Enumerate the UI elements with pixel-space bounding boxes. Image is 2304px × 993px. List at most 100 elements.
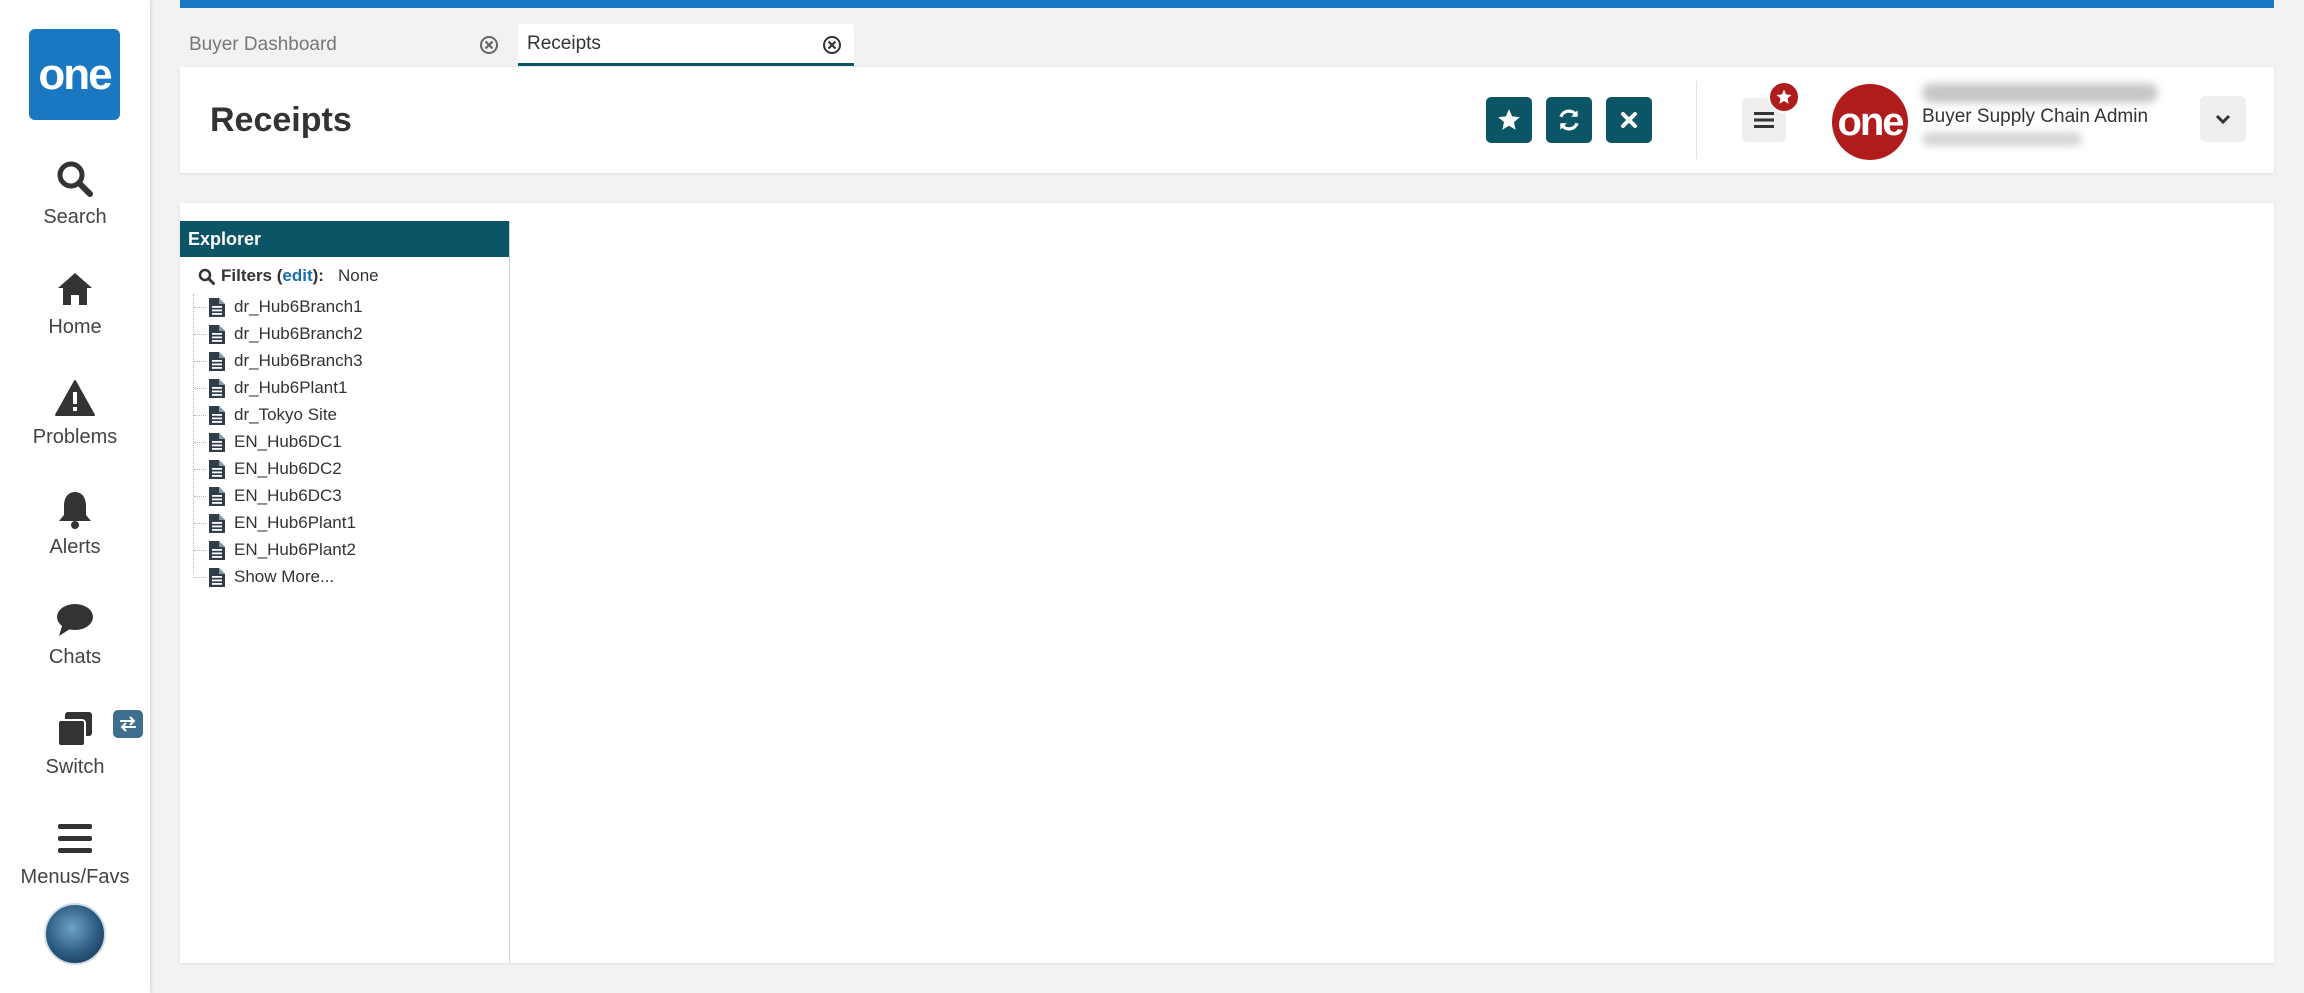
tree-item[interactable]: EN_Hub6DC1: [194, 429, 342, 455]
document-icon: [209, 567, 225, 587]
document-icon: [209, 378, 225, 398]
nav-search[interactable]: Search: [0, 158, 150, 248]
nav-home[interactable]: Home: [0, 268, 150, 358]
home-icon: [58, 273, 92, 305]
page-title: Receipts: [210, 101, 352, 139]
nav-problems[interactable]: Problems: [0, 378, 150, 468]
menu-icon: [58, 824, 92, 853]
refresh-icon: [1559, 109, 1579, 131]
tree-branch: [194, 549, 206, 551]
show-more-link[interactable]: Show More...: [194, 564, 334, 590]
user-name-redacted: [1922, 83, 2158, 103]
tree-item-label: dr_Hub6Branch1: [234, 297, 363, 316]
app-logo[interactable]: one: [29, 29, 120, 120]
tab-buyer-dashboard[interactable]: Buyer Dashboard: [180, 24, 511, 66]
close-tab-icon[interactable]: [822, 35, 842, 55]
tree-item[interactable]: EN_Hub6Plant1: [194, 510, 356, 536]
nav-chats-label: Chats: [48, 646, 102, 668]
list-menu-icon: [1754, 112, 1774, 128]
chat-icon: [57, 604, 93, 636]
nav-alerts[interactable]: Alerts: [0, 488, 150, 578]
nav-search-label: Search: [43, 206, 107, 228]
switch-icon: [57, 712, 92, 747]
document-icon: [209, 405, 225, 425]
main-content: Explorer Filters (edit): None dr_Hub6Bra…: [180, 203, 2274, 963]
close-page-button[interactable]: [1606, 97, 1652, 143]
explorer-header: Explorer: [180, 221, 509, 257]
chevron-down-icon: [2215, 114, 2231, 125]
tree-item-label: EN_Hub6DC1: [234, 432, 342, 451]
nav-menus-favs-label: Menus/Favs: [20, 866, 130, 888]
user-menu-dropdown[interactable]: [2200, 96, 2246, 142]
tree-branch: [194, 441, 206, 443]
tree-item[interactable]: dr_Hub6Branch2: [194, 321, 363, 347]
document-icon: [209, 540, 225, 560]
tree-item-label: EN_Hub6DC2: [234, 459, 342, 478]
filters-row: Filters (edit): None: [198, 263, 379, 289]
document-icon: [209, 459, 225, 479]
tab-label: Receipts: [527, 32, 601, 54]
page-header: Receipts one Buyer Supply Chain Admin: [180, 67, 2274, 173]
search-icon: [198, 268, 215, 285]
explorer-panel: Explorer Filters (edit): None dr_Hub6Bra…: [180, 221, 510, 963]
user-role: Buyer Supply Chain Admin: [1922, 106, 2149, 127]
switch-badge[interactable]: [113, 710, 143, 738]
tree-item[interactable]: dr_Hub6Plant1: [194, 375, 347, 401]
tree-item[interactable]: dr_Hub6Branch3: [194, 348, 363, 374]
user-avatar[interactable]: one: [1832, 84, 1908, 160]
user-org-redacted: [1922, 132, 2082, 146]
nav-menus-favs[interactable]: Menus/Favs: [0, 818, 150, 908]
swap-icon: [120, 716, 136, 732]
document-icon: [209, 351, 225, 371]
tree-item-label: dr_Hub6Branch2: [234, 324, 363, 343]
filters-value: None: [337, 266, 379, 285]
bell-icon: [59, 492, 91, 529]
nav-alerts-label: Alerts: [49, 536, 101, 558]
warning-icon: [55, 380, 95, 416]
tree-branch: [194, 333, 206, 335]
document-icon: [209, 513, 225, 533]
top-accent-bar: [180, 0, 2274, 8]
tree-item[interactable]: EN_Hub6Plant2: [194, 537, 356, 563]
nav-switch-label: Switch: [45, 756, 105, 778]
tree-item-label: dr_Hub6Branch3: [234, 351, 363, 370]
star-icon: [1498, 109, 1520, 130]
header-divider: [1696, 81, 1697, 159]
tree-item-label: EN_Hub6Plant2: [234, 540, 356, 559]
tree-branch: [194, 360, 206, 362]
tree-branch: [194, 306, 206, 308]
filters-edit-link[interactable]: edit: [282, 266, 312, 285]
tab-receipts[interactable]: Receipts: [518, 24, 854, 66]
tree-item[interactable]: EN_Hub6DC3: [194, 483, 342, 509]
close-tab-icon[interactable]: [479, 35, 499, 55]
tree-item[interactable]: dr_Hub6Branch1: [194, 294, 363, 320]
tree-branch: [194, 576, 206, 578]
document-icon: [209, 297, 225, 317]
search-icon: [57, 161, 93, 197]
tree-item-label: dr_Hub6Plant1: [234, 378, 348, 397]
tree-item-label: Show More...: [234, 567, 335, 586]
tree-item[interactable]: dr_Tokyo Site: [194, 402, 337, 428]
left-nav: one Search Home Problems Alerts Chats Sw…: [0, 0, 150, 993]
refresh-button[interactable]: [1546, 97, 1592, 143]
favorites-badge: [1768, 81, 1800, 113]
tree-branch: [194, 495, 206, 497]
tree-item-label: EN_Hub6DC3: [234, 486, 342, 505]
nav-chats[interactable]: Chats: [0, 598, 150, 688]
close-icon: [1621, 112, 1637, 128]
star-badge-icon: [1776, 89, 1792, 104]
tree-branch: [194, 468, 206, 470]
tree-branch: [194, 387, 206, 389]
document-icon: [209, 324, 225, 344]
tree-branch: [194, 414, 206, 416]
user-avatar-bottom[interactable]: [44, 903, 106, 965]
filters-label: Filters (edit):: [221, 266, 324, 285]
nav-home-label: Home: [48, 316, 102, 338]
tab-label: Buyer Dashboard: [189, 34, 337, 55]
favorite-button[interactable]: [1486, 97, 1532, 143]
tree-branch: [194, 522, 206, 524]
document-icon: [209, 432, 225, 452]
document-icon: [209, 486, 225, 506]
explorer-title: Explorer: [188, 228, 262, 249]
tree-item[interactable]: EN_Hub6DC2: [194, 456, 342, 482]
